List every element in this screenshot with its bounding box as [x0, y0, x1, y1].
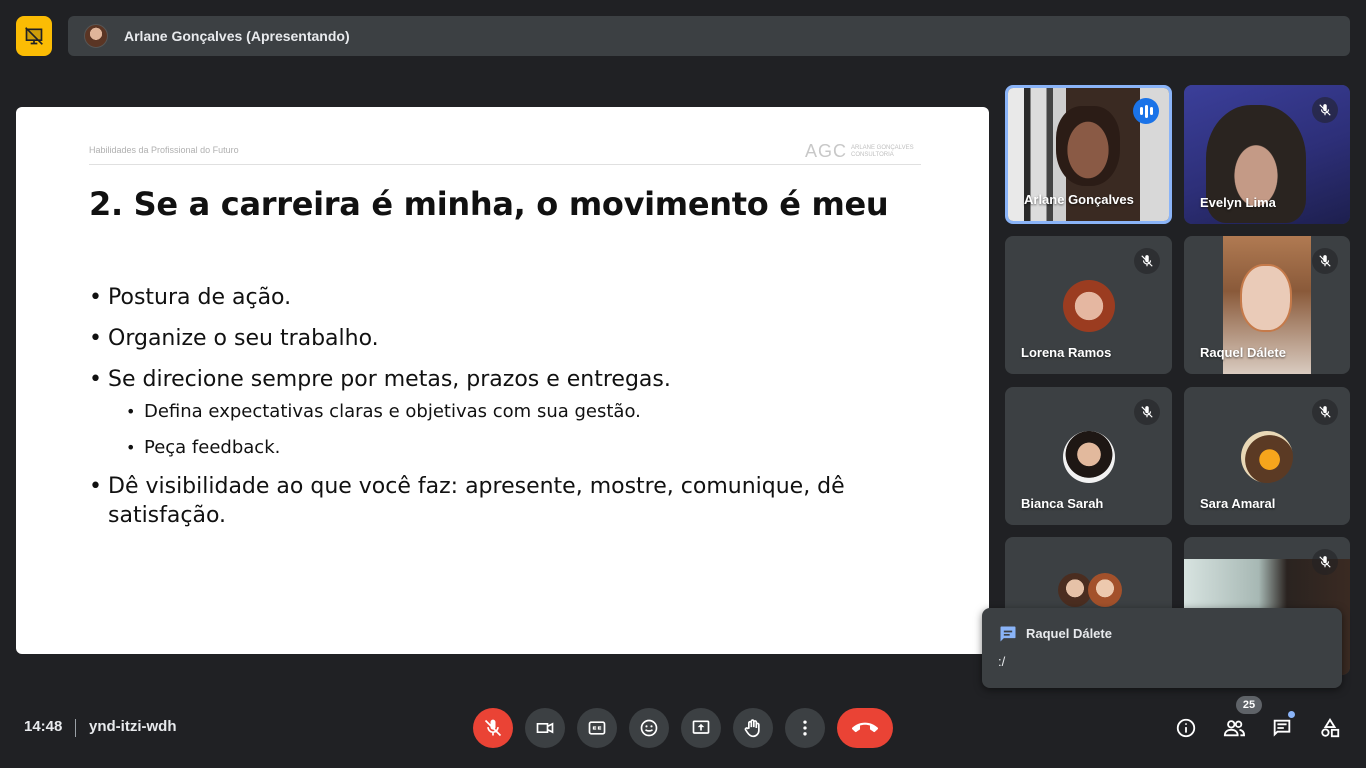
meeting-code: ynd-itzi-wdh — [89, 718, 177, 735]
avatar — [1058, 573, 1092, 607]
bullet-item: Dê visibilidade ao que você faz: apresen… — [89, 472, 929, 530]
mic-off-icon — [484, 719, 502, 737]
camera-icon — [536, 722, 554, 734]
sub-bullet-group: Defina expectativas claras e objetivas c… — [89, 400, 929, 460]
info-icon — [1176, 718, 1196, 738]
chat-message: :/ — [998, 654, 1006, 669]
chat-icon — [1000, 626, 1016, 642]
slide-subtitle: Habilidades da Profissional do Futuro — [89, 145, 239, 155]
avatar — [1088, 573, 1122, 607]
slide-logo: AGC ARLANE GONÇALVES CONSULTORIA — [805, 141, 921, 162]
slide-bullets: Postura de ação. Organize o seu trabalho… — [89, 283, 929, 542]
participant-name: Evelyn Lima — [1200, 195, 1276, 210]
chat-sender: Raquel Dálete — [1026, 626, 1112, 641]
chat-icon — [1273, 719, 1291, 737]
present-screen-button[interactable] — [681, 708, 721, 748]
more-options-button[interactable] — [785, 708, 825, 748]
leave-call-button[interactable] — [837, 708, 893, 748]
mic-off-icon — [1312, 97, 1338, 123]
participant-name: Arlane Gonçalves — [1024, 192, 1134, 207]
people-button[interactable] — [1218, 712, 1250, 744]
participant-name: Sara Amaral — [1200, 496, 1276, 511]
captions-button[interactable] — [577, 708, 617, 748]
hang-up-icon — [852, 722, 878, 733]
people-icon — [1223, 720, 1246, 737]
participant-tile[interactable]: Arlane Gonçalves — [1005, 85, 1172, 224]
logo-text: ARLANE GONÇALVES CONSULTORIA — [851, 144, 914, 158]
presentation-off-icon — [25, 27, 43, 45]
speaking-indicator-icon — [1133, 98, 1159, 124]
avatar — [1063, 280, 1115, 332]
participant-tile[interactable]: Sara Amaral — [1184, 387, 1350, 525]
chat-notification[interactable]: Raquel Dálete :/ — [982, 608, 1342, 688]
raise-hand-button[interactable] — [733, 708, 773, 748]
captions-icon — [588, 721, 606, 735]
emoji-icon — [640, 719, 658, 737]
participant-face — [1056, 106, 1120, 186]
presentation-slide: Habilidades da Profissional do Futuro AG… — [16, 107, 989, 654]
presenter-label: Arlane Gonçalves (Apresentando) — [124, 28, 350, 44]
slide-header: Habilidades da Profissional do Futuro AG… — [89, 141, 921, 165]
participant-face — [1240, 264, 1292, 332]
avatar — [1241, 431, 1293, 483]
mic-off-icon — [1312, 549, 1338, 575]
mic-off-icon — [1312, 399, 1338, 425]
bullet-item: Organize o seu trabalho. — [89, 324, 929, 353]
sub-bullet-item: Peça feedback. — [89, 436, 929, 460]
mic-toggle-button[interactable] — [473, 708, 513, 748]
divider — [75, 719, 76, 737]
participant-name: Bianca Sarah — [1021, 496, 1104, 511]
participant-tile[interactable]: Lorena Ramos — [1005, 236, 1172, 374]
participant-name: Lorena Ramos — [1021, 345, 1112, 360]
clock: 14:48 — [24, 718, 63, 735]
participant-tile[interactable]: Bianca Sarah — [1005, 387, 1172, 525]
activities-icon — [1321, 718, 1340, 738]
more-vert-icon — [803, 720, 807, 736]
hand-icon — [744, 719, 760, 738]
reactions-button[interactable] — [629, 708, 669, 748]
mic-off-icon — [1312, 248, 1338, 274]
camera-toggle-button[interactable] — [525, 708, 565, 748]
bullet-item: Se direcione sempre por metas, prazos e … — [89, 365, 929, 394]
unread-indicator — [1288, 711, 1295, 718]
bullet-item: Postura de ação. — [89, 283, 929, 312]
sub-bullet-item: Defina expectativas claras e objetivas c… — [89, 400, 929, 424]
logo-mark: AGC — [804, 141, 847, 161]
activities-button[interactable] — [1314, 712, 1346, 744]
present-icon — [692, 720, 710, 734]
participant-tile[interactable]: Raquel Dálete — [1184, 236, 1350, 374]
slide-title: 2. Se a carreira é minha, o movimento é … — [89, 185, 889, 223]
mic-off-icon — [1134, 248, 1160, 274]
presentation-badge[interactable] — [16, 16, 52, 56]
avatar — [1063, 431, 1115, 483]
avatar — [84, 24, 108, 48]
presenter-bar[interactable]: Arlane Gonçalves (Apresentando) — [68, 16, 1350, 56]
participant-name: Raquel Dálete — [1200, 345, 1286, 360]
meeting-details-button[interactable] — [1170, 712, 1202, 744]
mic-off-icon — [1134, 399, 1160, 425]
participant-tile[interactable]: Evelyn Lima — [1184, 85, 1350, 224]
